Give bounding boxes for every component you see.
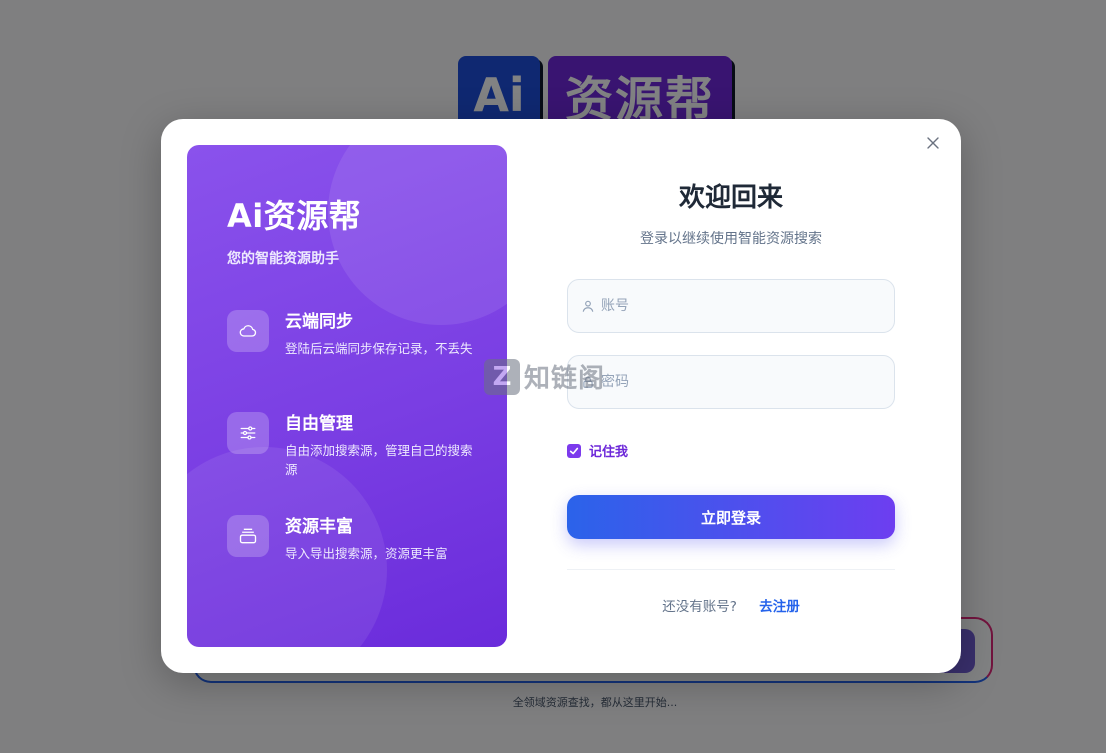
welcome-subtitle: 登录以继续使用智能资源搜索 — [640, 231, 822, 247]
promo-tagline: 您的智能资源助手 — [227, 251, 339, 267]
login-form: 欢迎回来 登录以继续使用智能资源搜索 记住我 立即登录 还没有账号? 去注册 — [567, 119, 895, 673]
signup-prompt: 还没有账号? — [662, 599, 737, 615]
feature-icon-box — [227, 310, 269, 352]
feature-rich-resources: 资源丰富 导入导出搜索源，资源更丰富 — [227, 515, 477, 563]
watermark-text: 知链阁 — [524, 364, 606, 394]
login-button[interactable]: 立即登录 — [567, 495, 895, 539]
cloud-icon — [239, 325, 257, 337]
remember-label[interactable]: 记住我 — [589, 441, 628, 460]
watermark: Z 知链阁 — [484, 358, 605, 395]
check-icon — [569, 447, 579, 454]
feature-title: 自由管理 — [285, 414, 353, 434]
feature-title: 资源丰富 — [285, 517, 353, 537]
feature-desc: 自由添加搜索源，管理自己的搜索源 — [285, 443, 473, 477]
layers-icon — [239, 528, 257, 544]
password-field[interactable] — [567, 355, 895, 409]
watermark-badge: Z — [484, 358, 520, 395]
remember-me[interactable]: 记住我 — [567, 441, 628, 460]
signup-row: 还没有账号? 去注册 — [567, 595, 895, 615]
feature-desc: 登陆后云端同步保存记录，不丢失 — [285, 341, 473, 356]
remember-checkbox[interactable] — [567, 443, 581, 458]
promo-panel: Ai资源帮 您的智能资源助手 云端同步 登陆后云端同步保存记录，不丢失 自由管理… — [187, 145, 507, 647]
username-input[interactable] — [601, 280, 881, 332]
signup-link[interactable]: 去注册 — [759, 599, 800, 615]
feature-icon-box — [227, 412, 269, 454]
password-input[interactable] — [601, 356, 881, 408]
feature-desc: 导入导出搜索源，资源更丰富 — [285, 546, 448, 561]
close-button[interactable] — [921, 131, 945, 155]
feature-title: 云端同步 — [285, 312, 353, 332]
username-field[interactable] — [567, 279, 895, 333]
promo-title: Ai资源帮 — [227, 197, 362, 235]
welcome-title: 欢迎回来 — [678, 183, 783, 213]
divider — [567, 569, 895, 570]
feature-cloud-sync: 云端同步 登陆后云端同步保存记录，不丢失 — [227, 310, 477, 358]
feature-icon-box — [227, 515, 269, 557]
user-icon — [582, 300, 594, 312]
login-modal: Ai资源帮 您的智能资源助手 云端同步 登陆后云端同步保存记录，不丢失 自由管理… — [161, 119, 961, 673]
sliders-icon — [240, 426, 256, 440]
close-icon — [927, 137, 939, 149]
feature-free-manage: 自由管理 自由添加搜索源，管理自己的搜索源 — [227, 412, 477, 479]
